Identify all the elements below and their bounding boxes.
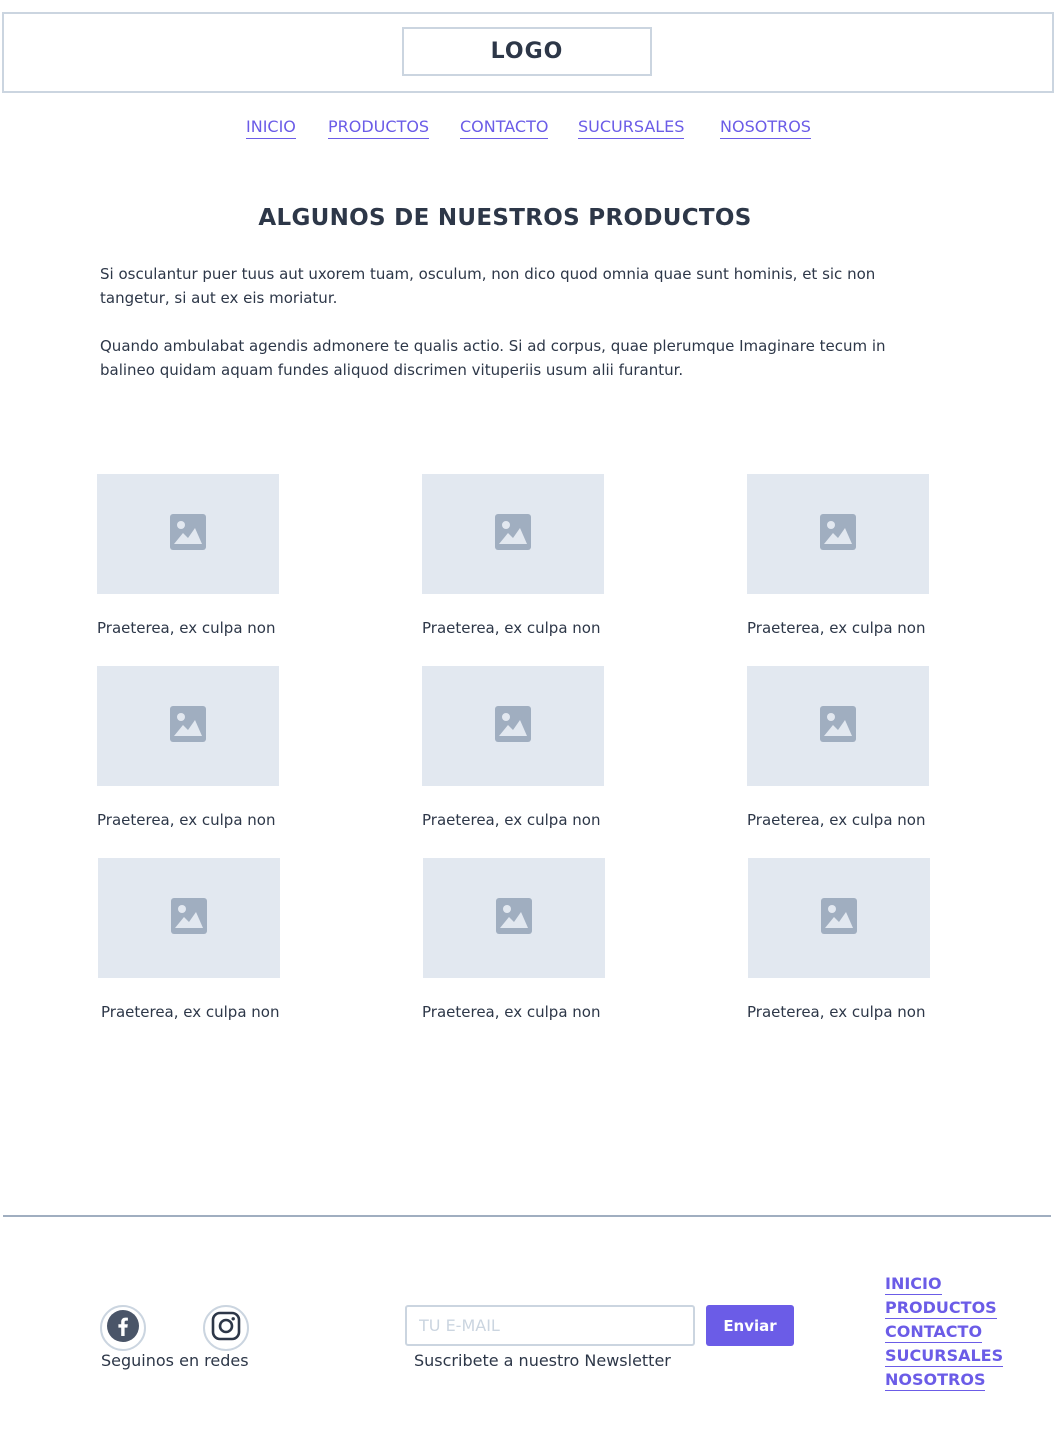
product-caption: Praeterea, ex culpa non	[97, 619, 276, 637]
footer-nav: INICIO PRODUCTOS CONTACTO SUCURSALES NOS…	[885, 1273, 1045, 1393]
footer-nav-link-contacto[interactable]: CONTACTO	[885, 1321, 983, 1343]
nav-link-sucursales[interactable]: SUCURSALES	[578, 116, 685, 139]
product-card[interactable]: Praeterea, ex culpa non	[97, 666, 287, 829]
product-image	[98, 858, 280, 978]
newsletter-submit-button[interactable]: Enviar	[706, 1305, 794, 1346]
product-card[interactable]: Praeterea, ex culpa non	[422, 666, 612, 829]
intro-paragraph: Quando ambulabat agendis admonere te qua…	[100, 337, 886, 379]
product-image	[422, 666, 604, 786]
product-image	[97, 666, 279, 786]
footer-nav-link-nosotros[interactable]: NOSOTROS	[885, 1369, 986, 1391]
newsletter-email-input[interactable]	[405, 1305, 695, 1346]
product-image	[423, 858, 605, 978]
image-placeholder-icon	[495, 706, 531, 746]
intro-paragraph: Si osculantur puer tuus aut uxorem tuam,…	[100, 265, 876, 307]
product-caption: Praeterea, ex culpa non	[101, 1003, 280, 1021]
footer-nav-link-inicio[interactable]: INICIO	[885, 1273, 942, 1295]
section-title: ALGUNOS DE NUESTROS PRODUCTOS	[258, 205, 752, 231]
logo[interactable]: LOGO	[402, 27, 652, 76]
product-caption: Praeterea, ex culpa non	[747, 619, 926, 637]
footer-nav-link-productos[interactable]: PRODUCTOS	[885, 1297, 997, 1319]
footer-nav-link-sucursales[interactable]: SUCURSALES	[885, 1345, 1004, 1367]
product-image	[747, 474, 929, 594]
product-image	[747, 666, 929, 786]
product-caption: Praeterea, ex culpa non	[747, 1003, 926, 1021]
nav-link-nosotros[interactable]: NOSOTROS	[720, 116, 811, 139]
image-placeholder-icon	[170, 706, 206, 746]
product-card[interactable]: Praeterea, ex culpa non	[422, 474, 612, 637]
product-image	[97, 474, 279, 594]
product-card[interactable]: Praeterea, ex culpa non	[422, 858, 613, 1021]
footer-divider	[3, 1215, 1051, 1217]
product-card[interactable]: Praeterea, ex culpa non	[98, 858, 288, 1021]
product-caption: Praeterea, ex culpa non	[422, 619, 601, 637]
image-placeholder-icon	[496, 898, 532, 938]
instagram-icon	[211, 1311, 241, 1345]
image-placeholder-icon	[495, 514, 531, 554]
image-placeholder-icon	[171, 898, 207, 938]
image-placeholder-icon	[821, 898, 857, 938]
product-caption: Praeterea, ex culpa non	[747, 811, 926, 829]
facebook-icon	[106, 1309, 140, 1347]
product-card[interactable]: Praeterea, ex culpa non	[747, 666, 937, 829]
nav-link-contacto[interactable]: CONTACTO	[460, 116, 549, 139]
product-caption: Praeterea, ex culpa non	[97, 811, 276, 829]
image-placeholder-icon	[170, 514, 206, 554]
facebook-link[interactable]	[100, 1305, 146, 1351]
social-label: Seguinos en redes	[101, 1351, 249, 1370]
product-caption: Praeterea, ex culpa non	[422, 811, 601, 829]
product-image	[422, 474, 604, 594]
image-placeholder-icon	[820, 706, 856, 746]
image-placeholder-icon	[820, 514, 856, 554]
product-caption: Praeterea, ex culpa non	[422, 1003, 601, 1021]
newsletter-label: Suscribete a nuestro Newsletter	[414, 1351, 671, 1370]
product-image	[748, 858, 930, 978]
product-card[interactable]: Praeterea, ex culpa non	[747, 474, 937, 637]
instagram-link[interactable]	[203, 1305, 249, 1351]
main-nav: INICIO PRODUCTOS CONTACTO SUCURSALES NOS…	[0, 116, 1054, 142]
nav-link-inicio[interactable]: INICIO	[246, 116, 296, 139]
nav-link-productos[interactable]: PRODUCTOS	[328, 116, 430, 139]
product-card[interactable]: Praeterea, ex culpa non	[97, 474, 287, 637]
product-card[interactable]: Praeterea, ex culpa non	[747, 858, 938, 1021]
